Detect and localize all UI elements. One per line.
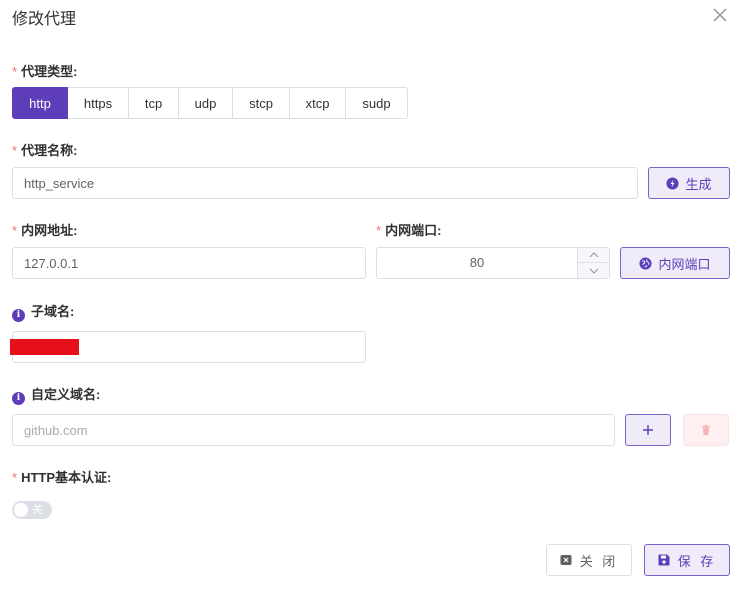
custom-domain-input[interactable] bbox=[24, 422, 603, 438]
globe-icon bbox=[639, 256, 653, 270]
redaction-bar bbox=[10, 339, 79, 355]
proxy-name-label: * 代理名称: bbox=[12, 140, 77, 159]
proxy-name-input[interactable] bbox=[24, 175, 626, 191]
local-port-button[interactable]: 内网端口 bbox=[620, 247, 730, 279]
custom-domain-label-text: 自定义域名: bbox=[31, 387, 101, 402]
local-address-label-text: 内网地址: bbox=[21, 223, 78, 238]
proxy-type-http[interactable]: http bbox=[12, 87, 68, 119]
close-button-label: 关 闭 bbox=[579, 553, 619, 569]
local-port-value[interactable]: 80 bbox=[377, 248, 577, 278]
proxy-type-udp[interactable]: udp bbox=[179, 87, 233, 119]
proxy-type-tcp[interactable]: tcp bbox=[129, 87, 179, 119]
proxy-type-https[interactable]: https bbox=[68, 87, 129, 119]
http-auth-label: * HTTP基本认证: bbox=[12, 467, 111, 486]
required-mark: * bbox=[12, 223, 18, 238]
proxy-type-group: http https tcp udp stcp xtcp sudp bbox=[12, 87, 408, 119]
required-mark: * bbox=[376, 223, 382, 238]
proxy-type-label: * 代理类型: bbox=[12, 61, 77, 80]
proxy-type-sudp[interactable]: sudp bbox=[346, 87, 408, 119]
add-domain-button[interactable] bbox=[625, 414, 671, 446]
local-port-stepper[interactable]: 80 bbox=[376, 247, 610, 279]
local-port-label-text: 内网端口: bbox=[385, 223, 442, 238]
dialog-title: 修改代理 bbox=[12, 11, 77, 28]
save-icon bbox=[658, 554, 670, 566]
proxy-type-stcp[interactable]: stcp bbox=[233, 87, 290, 119]
delete-domain-button[interactable] bbox=[683, 414, 729, 446]
subdomain-label: i 子域名: bbox=[12, 301, 74, 322]
chevron-down-icon bbox=[589, 268, 598, 274]
close-dialog-button[interactable] bbox=[710, 5, 730, 25]
increase-button[interactable] bbox=[578, 248, 609, 263]
local-address-input[interactable] bbox=[24, 255, 354, 271]
switch-text: 关 bbox=[32, 504, 43, 516]
save-button[interactable]: 保 存 bbox=[644, 544, 730, 576]
switch-knob bbox=[14, 503, 28, 517]
local-port-label: * 内网端口: bbox=[376, 220, 441, 239]
close-icon bbox=[713, 8, 727, 22]
custom-domain-field[interactable] bbox=[12, 414, 615, 446]
trash-icon bbox=[702, 424, 710, 435]
required-mark: * bbox=[12, 470, 18, 485]
custom-domain-label: i 自定义域名: bbox=[12, 384, 100, 405]
proxy-type-xtcp[interactable]: xtcp bbox=[290, 87, 346, 119]
http-auth-switch[interactable]: 关 bbox=[12, 501, 52, 519]
local-address-field[interactable] bbox=[12, 247, 366, 279]
proxy-name-label-text: 代理名称: bbox=[21, 143, 78, 158]
plus-icon bbox=[643, 425, 653, 435]
required-mark: * bbox=[12, 143, 18, 158]
local-address-label: * 内网地址: bbox=[12, 220, 77, 239]
generate-button[interactable]: 生成 bbox=[648, 167, 730, 199]
close-box-icon bbox=[560, 555, 572, 565]
stepper-arrows bbox=[577, 248, 609, 278]
decrease-button[interactable] bbox=[578, 263, 609, 278]
subdomain-label-text: 子域名: bbox=[31, 304, 75, 319]
local-port-button-label: 内网端口 bbox=[658, 256, 711, 272]
required-mark: * bbox=[12, 64, 18, 79]
http-auth-label-text: HTTP基本认证: bbox=[21, 470, 112, 485]
info-icon[interactable]: i bbox=[12, 309, 25, 322]
chevron-up-icon bbox=[589, 252, 598, 258]
generate-button-label: 生成 bbox=[685, 176, 712, 192]
save-button-label: 保 存 bbox=[677, 553, 717, 569]
lightning-icon bbox=[666, 176, 680, 190]
proxy-name-field[interactable] bbox=[12, 167, 638, 199]
info-icon[interactable]: i bbox=[12, 392, 25, 405]
proxy-type-label-text: 代理类型: bbox=[21, 64, 78, 79]
close-button[interactable]: 关 闭 bbox=[546, 544, 632, 576]
